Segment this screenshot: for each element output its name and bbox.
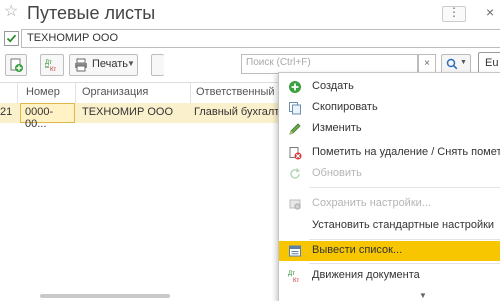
menu-item-standard-settings[interactable]: Установить стандартные настройки [279,216,500,236]
menu-item-label: Скопировать [312,101,378,113]
add-button[interactable] [5,54,27,76]
dt-kt-icon: Дт Кт [45,60,56,73]
menu-item-mark-deletion[interactable]: Пометить на удаление / Снять пометку [279,143,500,163]
page-title: Путевые листы [27,3,156,23]
menu-item-save-settings[interactable]: Сохранить настройки... [279,194,500,214]
menu-separator [309,187,500,188]
date-cell: 21 [0,106,13,118]
menu-item-label: Движения документа [312,269,420,281]
svg-text:Кт: Кт [50,67,56,73]
output-list-icon [289,245,301,257]
menu-item-copy[interactable]: Скопировать [279,98,500,118]
menu-item-edit[interactable]: Изменить [279,119,500,139]
mark-delete-icon [289,147,302,160]
organization-field[interactable]: ТЕХНОМИР ООО [21,29,500,48]
column-separator [75,83,76,103]
number-cell[interactable]: 0000-00... [20,103,75,130]
create-icon [289,81,301,93]
checkmark-icon [6,34,17,43]
column-header-number[interactable]: Номер [26,86,60,98]
menu-item-label: Обновить [312,167,362,179]
search-placeholder: Поиск (Ctrl+F) [246,57,311,68]
menu-item-label: Изменить [312,122,362,134]
document-movements-icon: Дт Кт [288,271,299,283]
search-button[interactable]: ▼ [441,54,471,74]
menu-item-label: Пометить на удаление / Снять пометку [312,146,500,158]
dt-kt-button[interactable]: Дт Кт [40,54,64,76]
menu-item-document-movements[interactable]: Дт Кт Движения документа [279,266,500,286]
menu-item-output-list[interactable]: Вывести список... [279,241,500,261]
chevron-down-icon: ▼ [460,59,467,66]
print-label: Печать [92,58,129,70]
column-header-responsible[interactable]: Ответственный [196,86,275,98]
edit-icon [289,123,301,135]
more-menu-button[interactable]: Eu [478,52,500,74]
column-separator [17,83,18,103]
favorite-star-icon[interactable]: ☆ [4,3,18,21]
svg-text:Кт: Кт [293,278,299,283]
refresh-icon [290,168,301,179]
menu-item-label: Сохранить настройки... [312,197,431,209]
print-button[interactable]: Печать ▼ [69,54,138,76]
toolbar-partial-button[interactable] [151,54,164,76]
add-document-icon [10,58,23,72]
column-header-separator [190,83,191,103]
search-clear-button[interactable]: × [418,54,436,74]
number-value: 0000-00... [25,106,54,130]
printer-icon [75,58,87,72]
menu-separator [309,263,500,264]
organization-filter-checkbox[interactable] [4,31,19,46]
more-menu-label: Eu [485,57,499,69]
menu-item-create[interactable]: Создать [279,77,500,97]
column-header-organization[interactable]: Организация [82,86,148,98]
copy-icon [289,102,301,115]
more-icon: ⋮ [448,5,461,19]
menu-item-label: Создать [312,80,354,92]
search-icon [446,58,458,70]
svg-text:Дт: Дт [45,60,52,66]
organization-cell: ТЕХНОМИР ООО [82,106,174,118]
responsible-cell: Главный бухгалтер [194,106,292,118]
more-dropdown-menu: Создать Скопировать Изменить Пометить на… [278,72,500,301]
close-button[interactable]: × [486,4,494,20]
scrollbar-thumb[interactable] [40,294,170,298]
menu-item-refresh[interactable]: Обновить [279,164,500,184]
search-input[interactable]: Поиск (Ctrl+F) [241,54,418,74]
menu-item-label: Установить стандартные настройки [312,219,495,231]
more-actions-button[interactable]: ⋮ [442,5,466,22]
organization-value: ТЕХНОМИР ООО [27,32,119,44]
menu-scroll-down-icon[interactable]: ▼ [419,291,427,300]
chevron-down-icon: ▼ [127,59,135,68]
menu-item-label: Вывести список... [312,244,403,256]
save-settings-icon [289,199,301,210]
svg-text:Дт: Дт [288,271,295,277]
menu-separator [309,239,500,240]
